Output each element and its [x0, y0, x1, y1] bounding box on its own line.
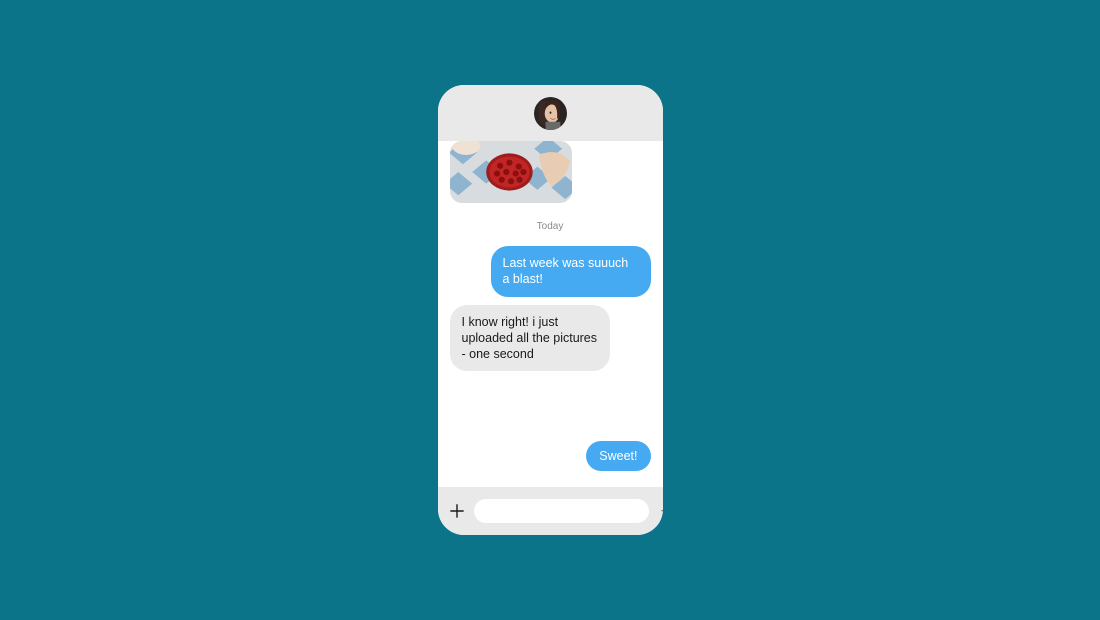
outgoing-message[interactable]: Sweet! — [586, 441, 650, 471]
phone-frame: Today Last week was suuuch a blast! I kn… — [438, 85, 663, 535]
chat-header — [438, 85, 663, 141]
contact-avatar[interactable] — [534, 97, 567, 130]
message-row: Sweet! — [450, 441, 651, 471]
send-icon — [659, 503, 663, 519]
message-thread[interactable]: Today Last week was suuuch a blast! I kn… — [438, 141, 663, 487]
plus-icon — [450, 504, 464, 518]
add-attachment-button[interactable] — [450, 503, 464, 519]
composer-bar — [438, 487, 663, 535]
incoming-message[interactable]: I know right! i just uploaded all the pi… — [450, 305, 610, 372]
message-row: Last week was suuuch a blast! — [450, 246, 651, 297]
thread-spacer — [450, 379, 651, 441]
date-separator: Today — [450, 221, 651, 232]
message-row: I know right! i just uploaded all the pi… — [450, 305, 651, 372]
image-attachment[interactable] — [450, 141, 572, 203]
avatar-image — [534, 97, 567, 130]
attachment-thumbnail — [450, 141, 572, 203]
send-button[interactable] — [659, 502, 663, 520]
message-input[interactable] — [474, 499, 649, 523]
outgoing-message[interactable]: Last week was suuuch a blast! — [491, 246, 651, 297]
